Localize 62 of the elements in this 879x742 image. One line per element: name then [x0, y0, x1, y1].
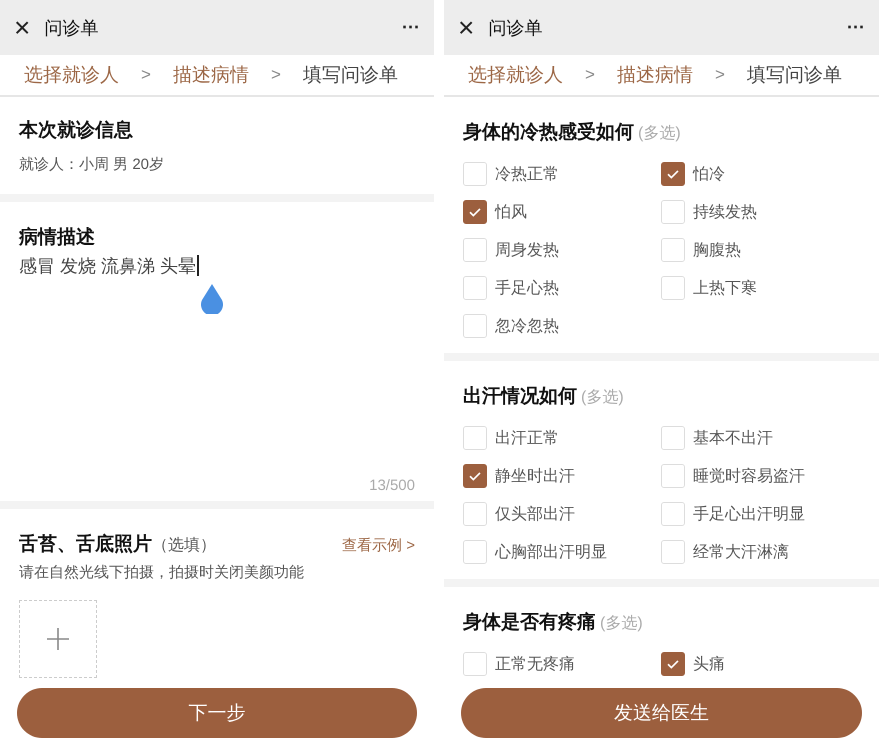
- checkbox-option[interactable]: 胸腹热: [661, 231, 860, 269]
- question-title: 身体是否有疼痛: [463, 610, 596, 635]
- multi-select-note: (多选): [600, 614, 643, 634]
- section-title: 舌苔、舌底照片: [19, 532, 152, 557]
- step-separator: >: [270, 65, 281, 85]
- step-label: 选择就诊人: [468, 64, 563, 88]
- step-label: 描述病情: [172, 64, 249, 88]
- checkbox-option[interactable]: 手足心出汗明显: [661, 495, 860, 533]
- window-title: 问诊单: [488, 16, 542, 40]
- step-label: 描述病情: [616, 64, 693, 88]
- plus-icon: [46, 627, 70, 651]
- checkbox-option[interactable]: 基本不出汗: [661, 419, 860, 457]
- checkbox-option[interactable]: 怕冷: [661, 155, 860, 193]
- close-button[interactable]: ×: [10, 14, 34, 42]
- primary-button[interactable]: 下一步: [17, 688, 417, 738]
- question-title: 出汗情况如何: [463, 385, 577, 409]
- checkbox-option[interactable]: 仅头部出汗: [463, 495, 661, 533]
- check-icon: [469, 472, 481, 480]
- upload-button[interactable]: [19, 600, 97, 678]
- more-button[interactable]: ···: [402, 17, 420, 38]
- check-icon: [667, 170, 679, 178]
- close-button[interactable]: ×: [454, 14, 478, 42]
- checkbox[interactable]: [463, 200, 487, 224]
- checkbox-option[interactable]: 冷热正常: [463, 155, 661, 193]
- example-link[interactable]: 查看示例 >: [342, 536, 415, 555]
- checkbox-option[interactable]: 睡觉时容易盗汗: [661, 457, 860, 495]
- check-icon: [667, 660, 679, 668]
- checkbox-option[interactable]: 持续发热: [661, 193, 860, 231]
- cursor-handle-icon[interactable]: [200, 284, 224, 314]
- step-separator: >: [585, 65, 595, 85]
- checkbox-option[interactable]: 出汗正常: [463, 419, 661, 457]
- section-title: 本次就诊信息: [19, 119, 134, 143]
- multi-select-note: (多选): [581, 388, 624, 408]
- checkbox-option[interactable]: 手足心热: [463, 269, 661, 307]
- step-label: 选择就诊人: [24, 64, 119, 88]
- checkbox-option[interactable]: 头痛: [661, 645, 860, 682]
- check-icon: [469, 208, 481, 216]
- checkbox-option[interactable]: 上热下寒: [661, 269, 860, 307]
- step-separator: >: [141, 65, 151, 85]
- checkbox-option[interactable]: 正常无疼痛: [463, 645, 661, 682]
- description-field[interactable]: 感冒 发烧 流鼻涕 头晕 13/500: [19, 254, 415, 494]
- more-button[interactable]: ···: [847, 17, 865, 38]
- checkbox-option[interactable]: 怕风: [463, 193, 661, 231]
- checkbox-option[interactable]: 周身发热: [463, 231, 661, 269]
- checkbox-option[interactable]: 经常大汗淋漓: [661, 533, 860, 571]
- step-label: 填写问诊单: [302, 64, 398, 88]
- optional-note: （选填）: [152, 536, 216, 556]
- multi-select-note: (多选): [638, 124, 681, 144]
- step-separator: >: [714, 65, 725, 85]
- window-title: 问诊单: [44, 16, 98, 40]
- step-label: 填写问诊单: [746, 64, 842, 88]
- checkbox[interactable]: [661, 652, 685, 676]
- checkbox-option[interactable]: 心胸部出汗明显: [463, 533, 661, 571]
- checkbox-option[interactable]: 忽冷忽热: [463, 307, 661, 345]
- patient-info: 就诊人：小周 男 20岁: [19, 155, 166, 174]
- checkbox-option[interactable]: 静坐时出汗: [463, 457, 661, 495]
- checkbox[interactable]: [463, 464, 487, 488]
- question-title: 身体的冷热感受如何: [463, 120, 634, 145]
- primary-button[interactable]: 发送给医生: [461, 688, 862, 738]
- photo-hint: 请在自然光线下拍摄，拍摄时关闭美颜功能: [19, 563, 305, 582]
- checkbox[interactable]: [661, 162, 685, 186]
- section-title: 病情描述: [19, 226, 96, 250]
